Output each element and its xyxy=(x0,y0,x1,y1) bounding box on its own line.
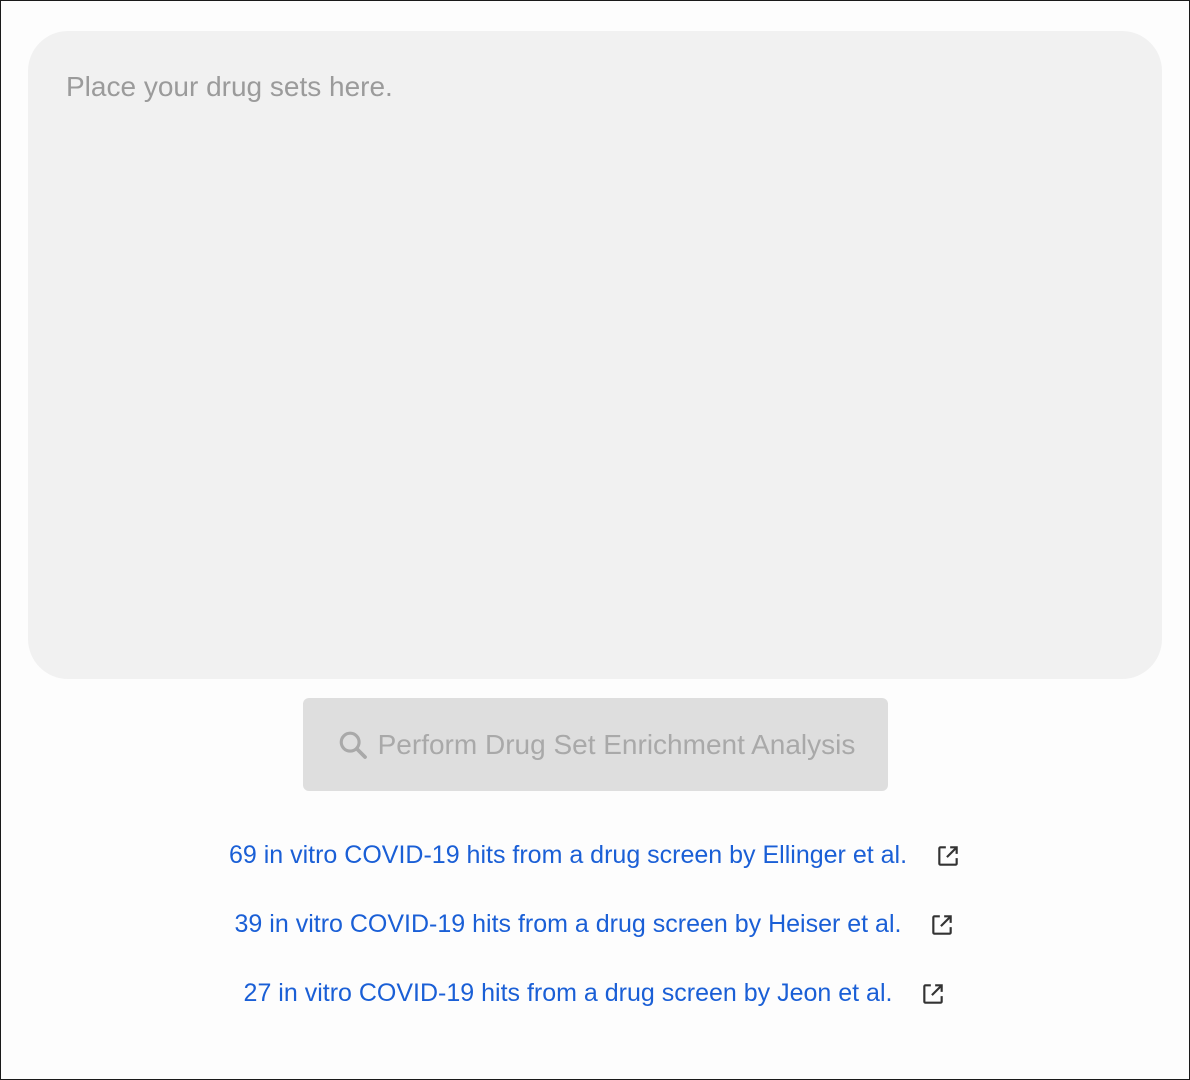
external-link-icon[interactable] xyxy=(929,912,955,938)
external-link-icon[interactable] xyxy=(935,843,961,869)
external-link-icon[interactable] xyxy=(920,981,946,1007)
example-drug-sets: 69 in vitro COVID-19 hits from a drug sc… xyxy=(1,821,1189,1028)
example-link-heiser[interactable]: 39 in vitro COVID-19 hits from a drug sc… xyxy=(235,910,902,939)
app-frame: Perform Drug Set Enrichment Analysis 69 … xyxy=(0,0,1190,1080)
example-row: 39 in vitro COVID-19 hits from a drug sc… xyxy=(235,890,956,959)
example-row: 69 in vitro COVID-19 hits from a drug sc… xyxy=(229,821,961,890)
example-row: 27 in vitro COVID-19 hits from a drug sc… xyxy=(244,959,947,1028)
example-link-jeon[interactable]: 27 in vitro COVID-19 hits from a drug sc… xyxy=(244,979,893,1008)
perform-enrichment-label: Perform Drug Set Enrichment Analysis xyxy=(377,728,856,760)
example-link-ellinger[interactable]: 69 in vitro COVID-19 hits from a drug sc… xyxy=(229,841,907,870)
perform-enrichment-button[interactable]: Perform Drug Set Enrichment Analysis xyxy=(303,698,888,791)
search-icon xyxy=(336,728,370,762)
drug-sets-input[interactable] xyxy=(28,31,1162,679)
